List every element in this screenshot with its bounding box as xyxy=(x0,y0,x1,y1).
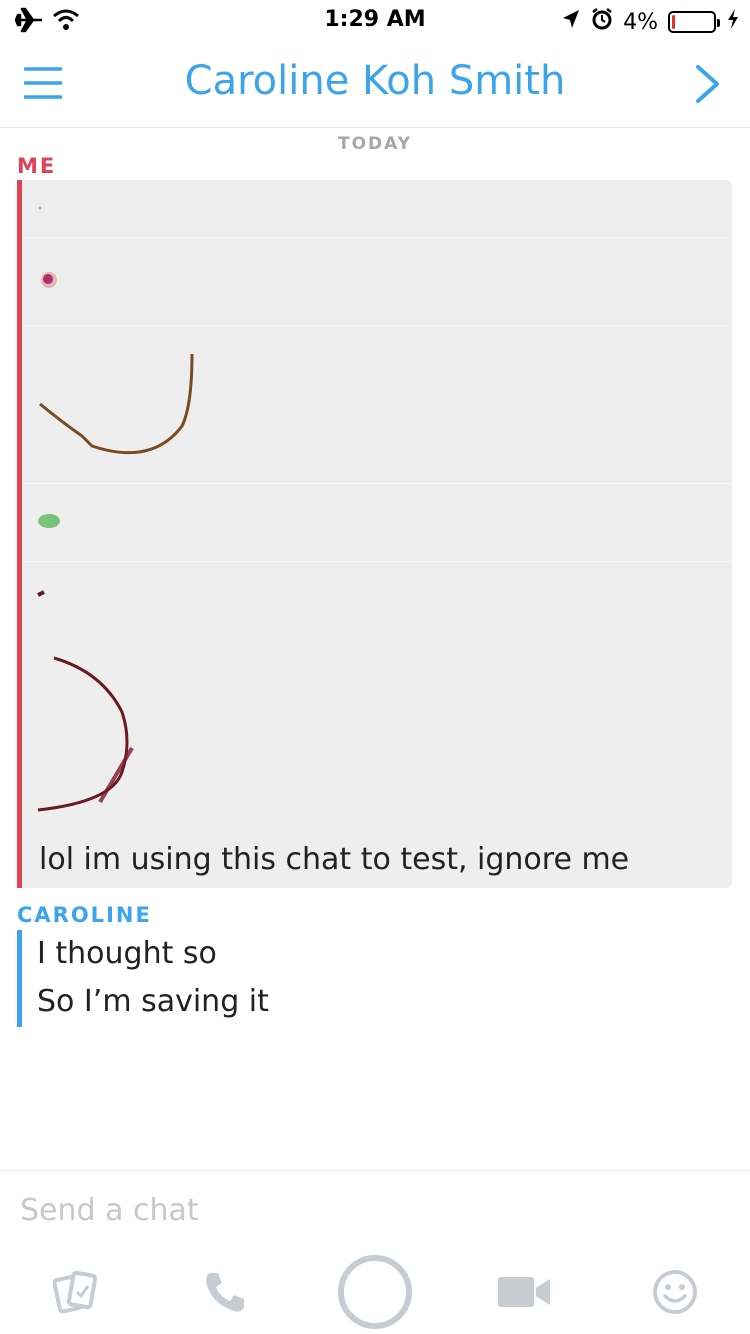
chat-header: Caroline Koh Smith xyxy=(0,40,750,128)
message-me-text[interactable]: lol im using this chat to test, ignore m… xyxy=(39,842,629,877)
chevron-right-icon[interactable] xyxy=(690,64,724,104)
emoji-smile-icon[interactable] xyxy=(630,1250,720,1334)
message-caroline-2[interactable]: So I’m saving it xyxy=(37,978,269,1026)
message-caroline-1[interactable]: I thought so xyxy=(37,930,269,978)
sender-label-me: ME xyxy=(17,154,57,178)
battery-percent: 4% xyxy=(623,9,658,35)
phone-icon[interactable] xyxy=(180,1250,270,1334)
bottom-toolbar xyxy=(0,1250,750,1334)
drawing-dot[interactable] xyxy=(22,180,732,238)
capture-circle-icon[interactable] xyxy=(330,1250,420,1334)
send-chat-input[interactable] xyxy=(20,1189,720,1231)
charging-bolt-icon xyxy=(726,8,740,36)
status-bar: 1:29 AM 4% xyxy=(0,0,750,40)
memories-cards-icon[interactable] xyxy=(30,1250,120,1334)
drawing-small-circle[interactable] xyxy=(22,238,732,326)
date-divider: TODAY xyxy=(338,134,412,154)
video-camera-icon[interactable] xyxy=(480,1250,570,1334)
drawing-green-dot[interactable] xyxy=(22,484,732,562)
sender-label-caroline: CAROLINE xyxy=(17,903,152,927)
conversation-title[interactable]: Caroline Koh Smith xyxy=(0,58,750,104)
me-message-group: lol im using this chat to test, ignore m… xyxy=(17,180,732,888)
battery-level-fill xyxy=(672,15,676,29)
composer xyxy=(0,1170,750,1250)
caroline-message-group: I thought so So I’m saving it xyxy=(17,930,269,1027)
drawing-smile-curve[interactable] xyxy=(22,326,732,484)
location-arrow-icon xyxy=(561,8,581,36)
battery-icon xyxy=(668,11,720,33)
alarm-icon xyxy=(591,7,613,37)
drawing-arc[interactable] xyxy=(22,562,732,888)
